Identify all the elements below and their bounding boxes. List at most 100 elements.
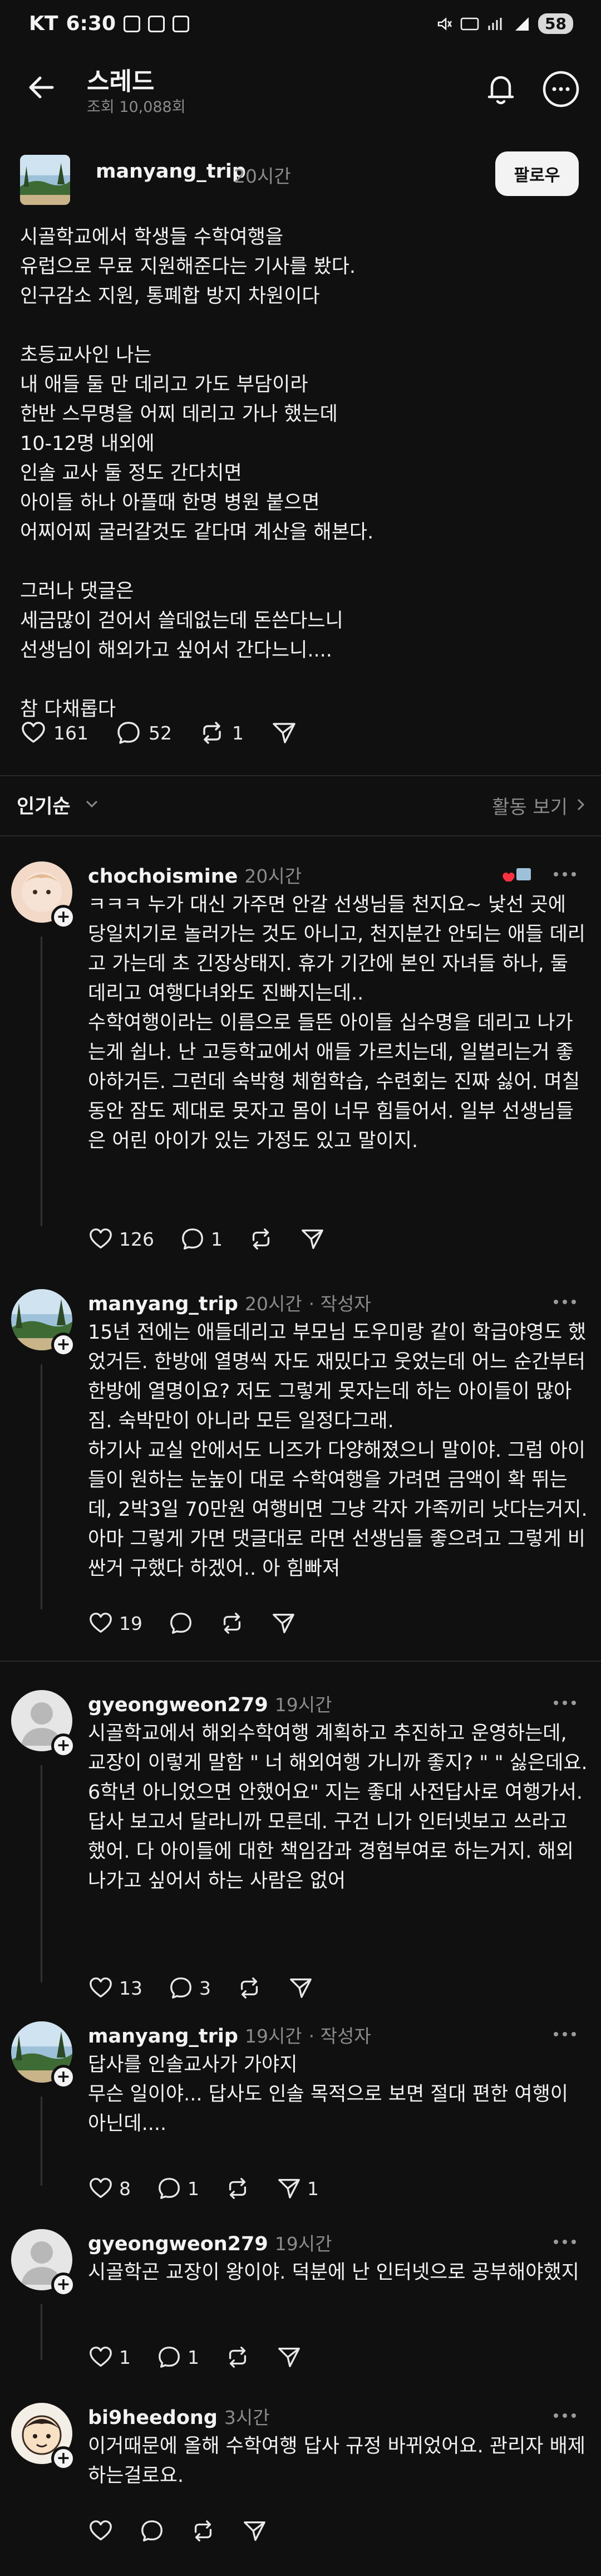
- post-author-username[interactable]: manyang_trip: [96, 160, 246, 183]
- repost-button[interactable]: [248, 1226, 274, 1252]
- username-text[interactable]: bi9heedong: [88, 2407, 218, 2429]
- like-button[interactable]: 8: [88, 2176, 131, 2201]
- comment-more-icon[interactable]: [551, 2234, 579, 2250]
- follow-plus-icon[interactable]: +: [51, 1333, 76, 1357]
- repost-icon: [225, 2344, 250, 2370]
- username-text[interactable]: chochoismine: [88, 865, 238, 888]
- like-count: 19: [119, 1612, 142, 1634]
- share-plane-icon: [270, 1610, 296, 1636]
- reply-count: 1: [188, 2177, 199, 2200]
- view-count: 조회 10,088회: [87, 99, 186, 116]
- page-title: 스레드: [87, 67, 155, 96]
- back-arrow-icon[interactable]: [22, 68, 61, 107]
- username-text[interactable]: gyeongweon279: [88, 2233, 268, 2255]
- 5g-signal-icon: [488, 17, 502, 30]
- follow-plus-icon[interactable]: +: [51, 905, 76, 929]
- reply-button[interactable]: [168, 1610, 194, 1636]
- heart-icon: [88, 2518, 114, 2544]
- follow-plus-icon[interactable]: +: [51, 2446, 76, 2471]
- comment-more-icon[interactable]: [551, 2407, 579, 2424]
- reply-count: 1: [188, 2346, 199, 2368]
- repost-button[interactable]: [225, 2176, 250, 2201]
- thread-header: 스레드 조회 10,088회: [0, 56, 601, 123]
- comment-more-icon[interactable]: [551, 866, 579, 883]
- comment-body: ㅋㅋㅋ 누가 대신 가주면 안갈 선생님들 천지요~ 낯선 곳에 당일치기로 놀…: [88, 894, 586, 1152]
- repost-button[interactable]: [225, 2344, 250, 2370]
- like-button[interactable]: 13: [88, 1975, 142, 2001]
- repost-icon: [219, 1610, 245, 1636]
- comment-more-icon[interactable]: [551, 1294, 579, 1310]
- comment-body: 이거때문에 올해 수학여행 답사 규정 바뀌었어요. 관리자 배제하는걸로요.: [88, 2435, 586, 2487]
- follow-plus-icon[interactable]: +: [51, 2065, 76, 2089]
- comment-body: 시골학교에서 해외수학여행 계획하고 추진하고 운영하는데, 교장이 이렇게 말…: [88, 1722, 588, 1892]
- post-author-avatar[interactable]: [20, 155, 70, 205]
- commenter-username[interactable]: chochoismine 20시간: [88, 861, 302, 888]
- comment-actions: [88, 2514, 293, 2548]
- reply-button[interactable]: 1: [180, 1226, 223, 1252]
- follow-button[interactable]: 팔로우: [495, 151, 579, 196]
- comment-time: 19시간: [244, 2025, 302, 2047]
- commenter-username[interactable]: bi9heedong 3시간: [88, 2403, 270, 2430]
- signal-icon: [515, 17, 529, 31]
- bell-icon[interactable]: [480, 68, 522, 110]
- share-button[interactable]: [242, 2518, 267, 2544]
- post-actions: 161 52 1: [20, 716, 324, 750]
- reply-button[interactable]: 52: [115, 719, 172, 746]
- like-button[interactable]: 19: [88, 1610, 142, 1636]
- username-text[interactable]: manyang_trip: [88, 1293, 238, 1315]
- activity-link[interactable]: 활동 보기: [492, 792, 568, 819]
- calendar-icon: [173, 15, 189, 32]
- comment-time: 20시간: [244, 1293, 302, 1315]
- more-options-icon[interactable]: [540, 68, 582, 110]
- reply-bubble-icon: [156, 2344, 182, 2370]
- share-button[interactable]: 1: [276, 2176, 319, 2201]
- follow-plus-icon[interactable]: +: [51, 2273, 76, 2297]
- repost-button[interactable]: [237, 1975, 262, 2001]
- reply-bubble-icon: [168, 1610, 194, 1636]
- like-button[interactable]: 161: [20, 719, 88, 746]
- like-button[interactable]: 1: [88, 2344, 131, 2370]
- divider: [0, 775, 601, 776]
- commenter-username[interactable]: gyeongweon279 19시간: [88, 1690, 332, 1717]
- reply-button[interactable]: [139, 2518, 165, 2544]
- author-tag: · 작성자: [308, 2025, 371, 2047]
- repost-button[interactable]: [190, 2518, 216, 2544]
- repost-button[interactable]: 1: [199, 719, 244, 746]
- comment-body: 시골학곤 교장이 왕이야. 덕분에 난 인터넷으로 공부해야했지: [88, 2261, 579, 2284]
- sort-row: 인기순 활동 보기: [0, 780, 601, 835]
- share-button[interactable]: [270, 719, 297, 746]
- username-text[interactable]: gyeongweon279: [88, 1694, 268, 1716]
- reply-button[interactable]: 1: [156, 2344, 199, 2370]
- battery-level: 58: [538, 13, 573, 34]
- like-button[interactable]: [88, 2518, 114, 2544]
- reply-bubble-icon: [115, 719, 142, 746]
- thread-line: [41, 1364, 42, 1609]
- thread-line: [41, 2304, 42, 2360]
- heart-icon: [88, 1226, 114, 1252]
- sort-dropdown[interactable]: 인기순: [17, 791, 71, 819]
- share-button[interactable]: [270, 1610, 296, 1636]
- username-text[interactable]: manyang_trip: [88, 2025, 238, 2048]
- comment-time: 19시간: [274, 1694, 332, 1716]
- follow-plus-icon[interactable]: +: [51, 1733, 76, 1758]
- repost-icon: [248, 1226, 274, 1252]
- chevron-down-icon[interactable]: [83, 795, 100, 812]
- commenter-username[interactable]: manyang_trip 19시간 · 작성자: [88, 2021, 371, 2048]
- commenter-username[interactable]: manyang_trip 20시간 · 작성자: [88, 1289, 371, 1316]
- reply-button[interactable]: 3: [168, 1975, 211, 2001]
- share-button[interactable]: [288, 1975, 313, 2001]
- like-count: 13: [119, 1977, 142, 1999]
- comment-time: 3시간: [224, 2407, 270, 2428]
- share-button[interactable]: [276, 2344, 302, 2370]
- screenshot-icon: [124, 15, 140, 32]
- like-count: 8: [119, 2177, 131, 2200]
- reply-button[interactable]: 1: [156, 2176, 199, 2201]
- chevron-right-icon[interactable]: [572, 796, 589, 813]
- like-button[interactable]: 126: [88, 1226, 154, 1252]
- divider: [0, 1661, 601, 1662]
- commenter-username[interactable]: gyeongweon279 19시간: [88, 2229, 332, 2256]
- share-button[interactable]: [299, 1226, 325, 1252]
- repost-button[interactable]: [219, 1610, 245, 1636]
- comment-more-icon[interactable]: [551, 1695, 579, 1711]
- comment-more-icon[interactable]: [551, 2026, 579, 2043]
